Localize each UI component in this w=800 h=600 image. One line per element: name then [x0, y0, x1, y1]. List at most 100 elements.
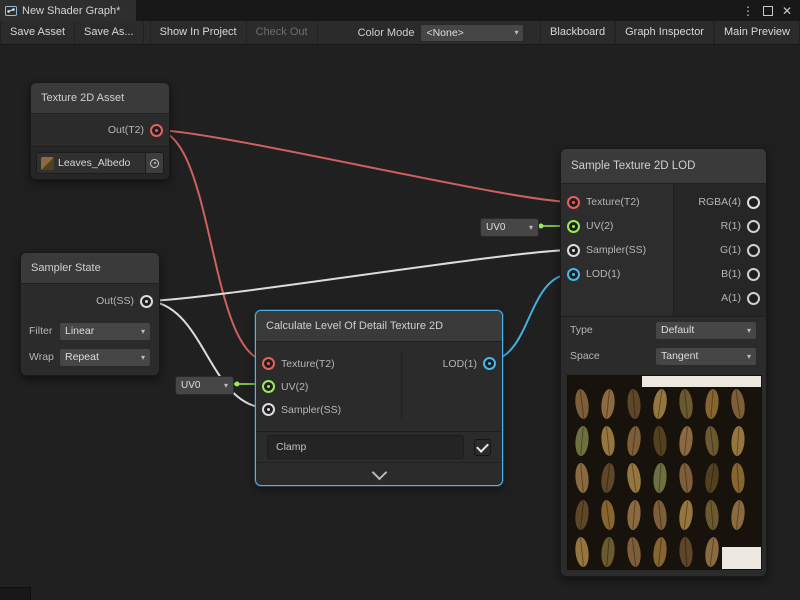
- port-in-lod[interactable]: [567, 268, 580, 281]
- clamp-row: Clamp: [256, 432, 502, 462]
- edge-sampler-to-sample[interactable]: [145, 250, 572, 301]
- node-title: Texture 2D Asset: [41, 92, 124, 104]
- window-title: New Shader Graph*: [22, 5, 120, 17]
- canvas-corner-tab: [0, 587, 31, 600]
- graph-inspector-toggle[interactable]: Graph Inspector: [615, 21, 714, 44]
- port-label-b: B(1): [721, 268, 741, 280]
- port-row: RGBA(4): [674, 190, 766, 214]
- color-mode-value: <None>: [426, 27, 463, 39]
- port-out-rgba[interactable]: [747, 196, 760, 209]
- port-row: Sampler(SS): [256, 398, 401, 421]
- leaves-texture-preview: [568, 376, 761, 569]
- port-label-texture: Texture(T2): [281, 358, 335, 370]
- wrap-label: Wrap: [29, 351, 59, 363]
- wrap-dropdown[interactable]: Repeat: [59, 348, 151, 367]
- port-row: LOD(1): [561, 262, 673, 286]
- port-in-texture[interactable]: [262, 357, 275, 370]
- texture-field-section: Leaves_Albedo: [31, 146, 169, 179]
- port-row: UV(2): [561, 214, 673, 238]
- object-picker-button[interactable]: [145, 153, 163, 173]
- color-mode-label: Color Mode: [352, 27, 421, 39]
- space-value: Tangent: [661, 350, 698, 362]
- port-in-uv[interactable]: [567, 220, 580, 233]
- node-sampler-state[interactable]: Sampler State Out(SS) Filter Linear Wrap…: [20, 252, 160, 376]
- edge-texture-to-sample[interactable]: [155, 130, 572, 202]
- node-header-sample-lod[interactable]: Sample Texture 2D LOD: [561, 149, 766, 184]
- wrap-row: Wrap Repeat: [21, 344, 159, 370]
- uv-channel-dropdown-calc[interactable]: UV0: [175, 376, 234, 395]
- kebab-menu-icon[interactable]: ⋮: [742, 5, 754, 17]
- color-mode-dropdown[interactable]: <None>: [420, 24, 524, 42]
- port-row: A(1): [674, 286, 766, 310]
- node-sample-texture-2d-lod[interactable]: Sample Texture 2D LOD Texture(T2) UV(2) …: [560, 148, 767, 577]
- port-label-uv: UV(2): [586, 220, 613, 232]
- space-dropdown[interactable]: Tangent: [655, 347, 757, 366]
- port-out-t2[interactable]: [150, 124, 163, 137]
- node-texture-2d-asset[interactable]: Texture 2D Asset Out(T2) Leaves_Albedo: [30, 82, 170, 180]
- shader-graph-icon: [5, 5, 17, 17]
- space-label: Space: [570, 350, 655, 362]
- node-expander[interactable]: [256, 462, 502, 485]
- port-label-sampler: Sampler(SS): [586, 244, 646, 256]
- port-row: R(1): [674, 214, 766, 238]
- port-row: B(1): [674, 262, 766, 286]
- window-tab[interactable]: New Shader Graph*: [0, 0, 136, 21]
- node-title: Sample Texture 2D LOD: [571, 160, 695, 172]
- port-row: Out(T2): [31, 114, 169, 146]
- port-in-uv[interactable]: [262, 380, 275, 393]
- node-preview-image: [567, 375, 762, 570]
- node-header-calculate-lod[interactable]: Calculate Level Of Detail Texture 2D: [256, 311, 502, 342]
- uv-channel-value: UV0: [486, 222, 505, 233]
- edge-texture-to-calc[interactable]: [155, 130, 268, 361]
- texture-object-field[interactable]: Leaves_Albedo: [36, 152, 164, 174]
- port-row: UV(2): [256, 375, 401, 398]
- port-in-sampler[interactable]: [262, 403, 275, 416]
- chevron-down-icon: [371, 464, 387, 480]
- close-icon[interactable]: ✕: [782, 5, 792, 17]
- port-out-g[interactable]: [747, 244, 760, 257]
- port-label-texture: Texture(T2): [586, 196, 640, 208]
- main-preview-toggle[interactable]: Main Preview: [714, 21, 800, 44]
- port-label-sampler: Sampler(SS): [281, 404, 341, 416]
- port-label-rgba: RGBA(4): [698, 196, 741, 208]
- port-out-b[interactable]: [747, 268, 760, 281]
- show-in-project-button[interactable]: Show In Project: [150, 21, 247, 44]
- maximize-icon[interactable]: [763, 6, 773, 16]
- node-header-sampler-state[interactable]: Sampler State: [21, 253, 159, 284]
- filter-label: Filter: [29, 325, 59, 337]
- blackboard-toggle[interactable]: Blackboard: [540, 21, 615, 44]
- check-out-button: Check Out: [247, 21, 318, 44]
- wrap-value: Repeat: [65, 351, 99, 363]
- object-picker-icon: [150, 159, 159, 168]
- input-ports: Texture(T2) UV(2) Sampler(SS) LOD(1): [561, 184, 673, 316]
- node-calculate-lod-texture-2d[interactable]: Calculate Level Of Detail Texture 2D Tex…: [255, 310, 503, 486]
- uv-channel-dropdown-sample[interactable]: UV0: [480, 218, 539, 237]
- save-asset-button[interactable]: Save Asset: [0, 21, 75, 44]
- input-ports: Texture(T2) UV(2) Sampler(SS): [256, 352, 401, 421]
- save-as-button[interactable]: Save As...: [75, 21, 144, 44]
- port-label-lod: LOD(1): [443, 358, 477, 370]
- node-title: Calculate Level Of Detail Texture 2D: [266, 320, 443, 332]
- port-label-a: A(1): [721, 292, 741, 304]
- type-label: Type: [570, 324, 655, 336]
- toolbar: Save Asset Save As... Show In Project Ch…: [0, 21, 800, 45]
- node-title: Sampler State: [31, 262, 101, 274]
- filter-row: Filter Linear: [21, 318, 159, 344]
- clamp-label: Clamp: [276, 441, 306, 453]
- port-row: Texture(T2): [256, 352, 401, 375]
- port-label-out-t2: Out(T2): [108, 124, 144, 136]
- port-row: Texture(T2): [561, 190, 673, 214]
- clamp-checkbox[interactable]: [474, 439, 491, 456]
- port-in-sampler[interactable]: [567, 244, 580, 257]
- port-out-ss[interactable]: [140, 295, 153, 308]
- port-out-r[interactable]: [747, 220, 760, 233]
- output-ports: LOD(1): [401, 352, 502, 421]
- port-section: Texture(T2) UV(2) Sampler(SS) LOD(1) RGB…: [561, 184, 766, 317]
- port-label-r: R(1): [721, 220, 741, 232]
- type-dropdown[interactable]: Default: [655, 321, 757, 340]
- port-in-texture[interactable]: [567, 196, 580, 209]
- node-header-texture-2d-asset[interactable]: Texture 2D Asset: [31, 83, 169, 114]
- port-out-a[interactable]: [747, 292, 760, 305]
- port-out-lod[interactable]: [483, 357, 496, 370]
- filter-dropdown[interactable]: Linear: [59, 322, 151, 341]
